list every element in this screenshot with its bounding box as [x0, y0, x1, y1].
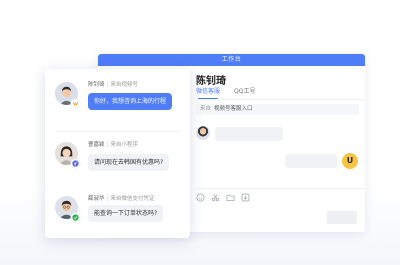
tab-qq-account[interactable]: QQ工号	[234, 87, 255, 97]
customer-avatar	[196, 126, 210, 140]
meta-separator: |	[106, 142, 109, 148]
workbench-title: 工作台	[98, 54, 365, 66]
outgoing-message-placeholder	[285, 154, 337, 168]
channel-tabs: 微信客服 QQ工号	[196, 87, 365, 99]
contact-name: 陈钊琦	[88, 82, 105, 88]
tab-wechat-service[interactable]: 微信客服	[196, 87, 220, 99]
contact-name: 陈钊琦	[196, 76, 226, 87]
conversation-source: 来自视频号	[110, 82, 138, 88]
conversation-list-card: 陈钊琦 | 来自视频号 你好，我想咨询上海的行程 曹嘉颖 | 来自小程序 请问现在去韩国…	[45, 69, 190, 238]
contact-name: 薛淑华	[88, 196, 105, 202]
scissors-icon[interactable]	[211, 193, 220, 202]
contact-name: 曹嘉颖	[88, 142, 105, 148]
conversation-meta: 曹嘉颖 | 来自小程序	[88, 140, 138, 148]
conversation-source: 来自小程序	[110, 142, 138, 148]
source-label: 来自	[200, 106, 212, 112]
emoji-icon[interactable]	[196, 193, 205, 202]
video-channel-icon	[71, 99, 80, 108]
agent-avatar: U	[342, 153, 358, 169]
compose-toolbar	[196, 193, 250, 203]
folder-icon[interactable]	[226, 193, 235, 202]
divider	[55, 131, 180, 132]
compose-divider	[196, 188, 365, 189]
conversation-meta: 陈钊琦 | 来自视频号	[88, 80, 138, 88]
message-bubble: 请问现在去韩国有优惠吗?	[88, 154, 170, 171]
message-bubble: 能查询一下订单状态吗?	[88, 205, 164, 222]
wechat-pay-icon	[71, 213, 80, 222]
conversation-source: 来自微信支付凭证	[110, 196, 155, 202]
tab-divider	[196, 99, 365, 100]
conversation-meta: 薛淑华 | 来自微信支付凭证	[88, 194, 154, 202]
meta-separator: |	[106, 82, 109, 88]
incoming-message-placeholder	[215, 127, 283, 141]
mini-program-icon	[71, 159, 80, 168]
send-button[interactable]	[327, 211, 357, 224]
download-icon[interactable]	[241, 193, 250, 202]
meta-separator: |	[106, 196, 109, 202]
message-bubble: 你好，我想咨询上海的行程	[88, 93, 173, 110]
source-info: 来自 视频号客服入口	[196, 104, 359, 115]
source-value: 视频号客服入口	[214, 106, 253, 112]
